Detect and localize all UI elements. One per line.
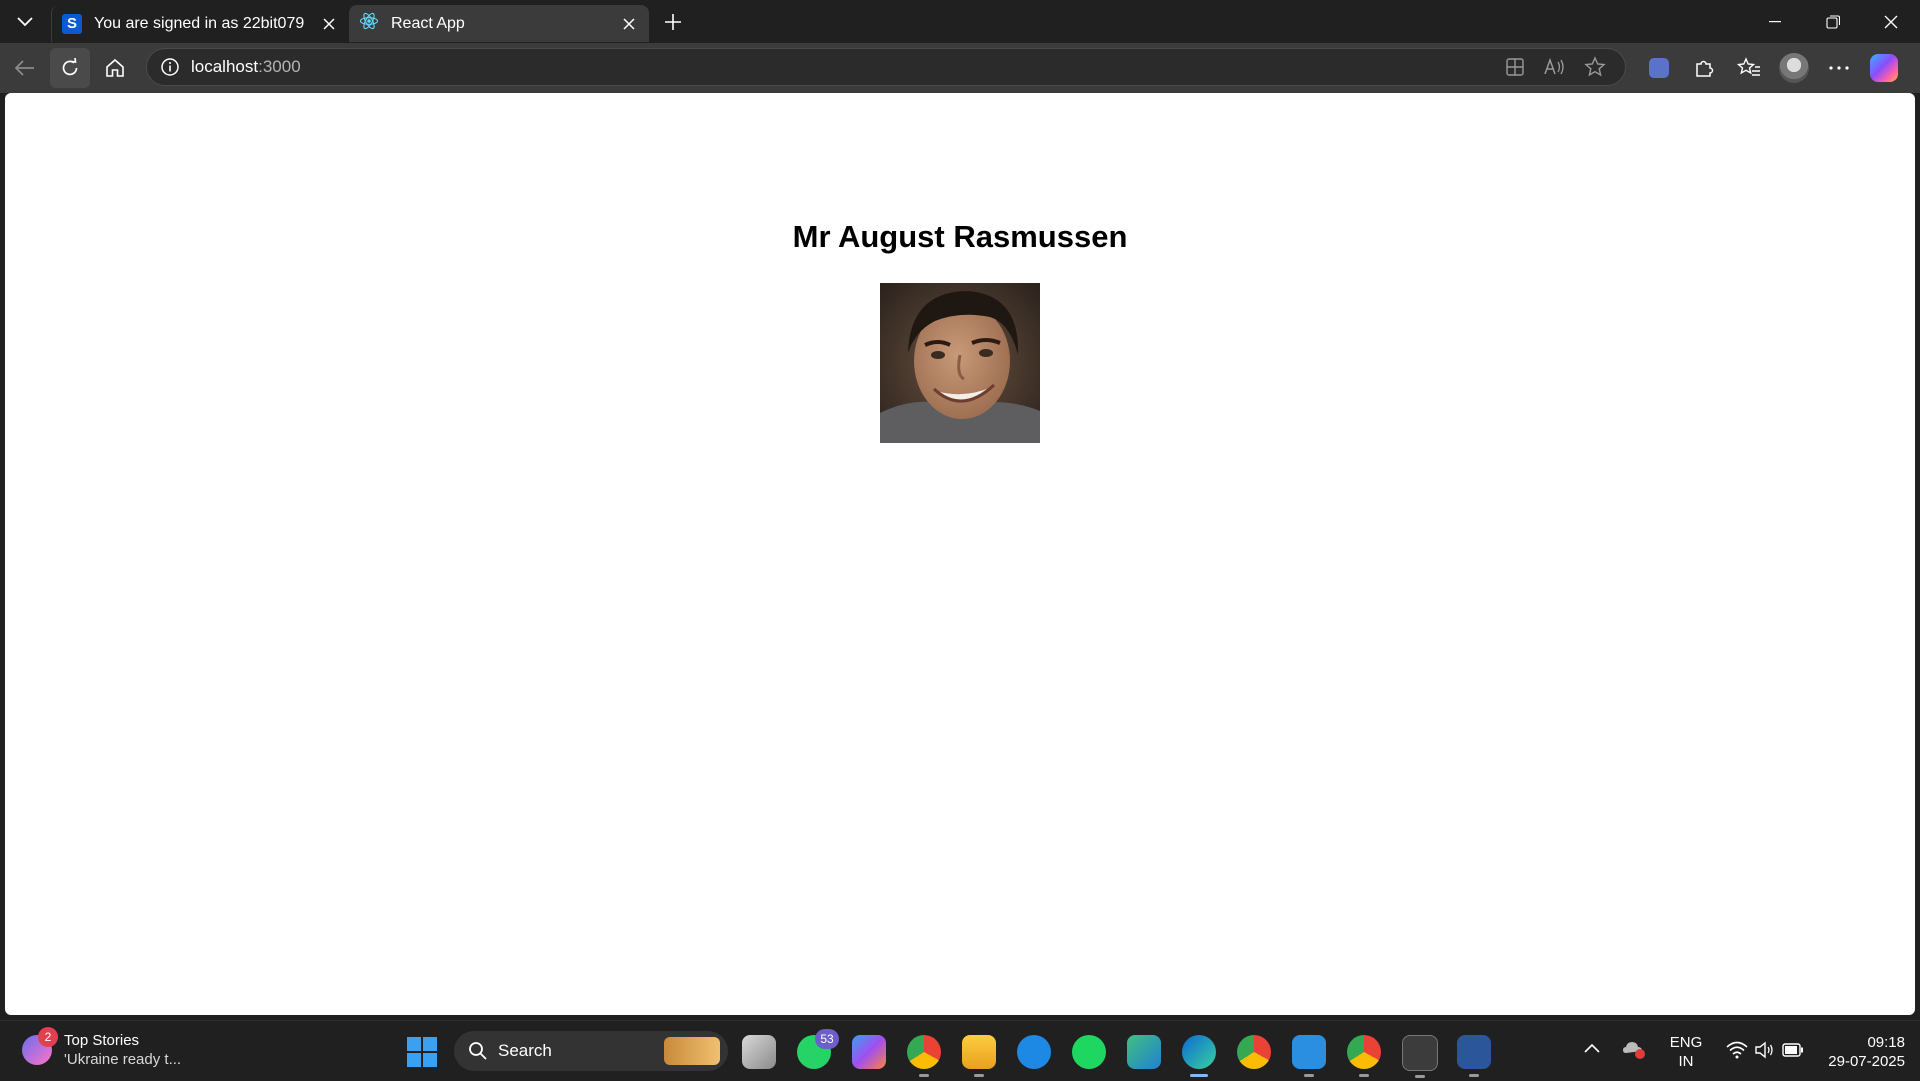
file-explorer-icon[interactable]	[962, 1035, 996, 1077]
chrome-profile-1-icon[interactable]	[907, 1035, 941, 1077]
extension-badge-icon[interactable]	[1636, 48, 1681, 88]
help-icon[interactable]	[1017, 1035, 1051, 1069]
region-code: IN	[1678, 1053, 1694, 1070]
news-badge: 2	[38, 1027, 58, 1047]
app-grid-icon[interactable]	[1127, 1035, 1161, 1069]
language-indicator[interactable]: ENG IN	[1666, 1033, 1706, 1071]
vscode-icon[interactable]	[1292, 1035, 1326, 1077]
tab-signed-in[interactable]: S You are signed in as 22bit079	[51, 5, 349, 42]
copilot-icon[interactable]	[1861, 48, 1906, 88]
task-view-icon[interactable]	[742, 1035, 776, 1069]
spotify-icon[interactable]	[1072, 1035, 1106, 1069]
tab-title: React App	[391, 14, 465, 32]
volume-icon[interactable]	[1754, 1041, 1774, 1059]
news-widget[interactable]: 2 Top Stories 'Ukraine ready t...	[22, 1027, 182, 1069]
whatsapp-icon[interactable]: 53	[797, 1029, 839, 1069]
tab-title: You are signed in as 22bit079	[94, 14, 305, 32]
language-code: ENG	[1669, 1034, 1703, 1051]
tab-strip: S You are signed in as 22bit079 React Ap…	[0, 0, 1920, 43]
wifi-icon[interactable]	[1726, 1041, 1748, 1059]
show-hidden-icons-icon[interactable]	[1584, 1043, 1600, 1053]
search-label: Search	[498, 1041, 552, 1060]
page-title: Mr August Rasmussen	[792, 219, 1128, 254]
chrome-profile-3-icon[interactable]	[1347, 1035, 1381, 1077]
portrait-image	[880, 283, 1040, 443]
address-bar[interactable]: localhost:3000	[146, 48, 1626, 86]
copilot-app-icon[interactable]	[852, 1035, 886, 1069]
tab-actions-menu-icon[interactable]	[5, 2, 45, 42]
profile-avatar-icon[interactable]	[1771, 48, 1816, 88]
page-viewport: Mr August Rasmussen	[5, 93, 1915, 1015]
window-controls	[1746, 0, 1920, 43]
app-available-icon[interactable]	[1495, 49, 1535, 85]
edge-icon[interactable]	[1182, 1035, 1216, 1077]
extensions-puzzle-icon[interactable]	[1681, 48, 1726, 88]
url-text: localhost:3000	[191, 57, 301, 76]
clock-date: 29-07-2025	[1828, 1053, 1905, 1070]
minimize-icon[interactable]	[1746, 0, 1804, 43]
s-favicon-icon: S	[62, 13, 82, 34]
home-icon[interactable]	[95, 48, 135, 88]
read-aloud-icon[interactable]	[1535, 49, 1575, 85]
search-icon	[469, 1042, 487, 1060]
terminal-icon[interactable]	[1402, 1035, 1438, 1078]
clock-time: 09:18	[1867, 1034, 1905, 1051]
back-arrow-icon[interactable]	[5, 48, 45, 88]
favorites-icon[interactable]	[1726, 48, 1771, 88]
clock[interactable]: 09:18 29-07-2025	[1810, 1033, 1905, 1071]
news-title: Top Stories	[64, 1032, 140, 1049]
profile-photo	[880, 283, 1040, 443]
more-options-icon[interactable]	[1816, 48, 1861, 88]
tab-react-app[interactable]: React App	[349, 5, 649, 42]
battery-icon[interactable]	[1782, 1043, 1804, 1057]
search-highlight-image	[664, 1037, 720, 1065]
close-window-icon[interactable]	[1862, 0, 1920, 43]
close-tab-icon[interactable]	[319, 14, 339, 34]
onedrive-error-icon[interactable]	[1622, 1039, 1646, 1059]
restore-icon[interactable]	[1804, 0, 1862, 43]
widgets-icon: 2	[22, 1027, 58, 1065]
news-subtitle: 'Ukraine ready t...	[64, 1051, 182, 1068]
word-icon[interactable]	[1457, 1035, 1491, 1077]
whatsapp-badge: 53	[815, 1029, 839, 1049]
site-info-icon[interactable]	[157, 54, 183, 80]
navigation-bar: localhost:3000	[0, 43, 1920, 93]
taskbar: 2 Top Stories 'Ukraine ready t... Search…	[0, 1020, 1920, 1081]
windows-start-icon[interactable]	[407, 1037, 437, 1067]
new-tab-icon[interactable]	[655, 4, 691, 40]
taskbar-search[interactable]: Search	[454, 1031, 728, 1071]
close-tab-icon[interactable]	[619, 14, 639, 34]
chrome-profile-2-icon[interactable]	[1237, 1035, 1271, 1069]
react-icon	[359, 11, 379, 36]
favorite-star-icon[interactable]	[1575, 49, 1615, 85]
refresh-icon[interactable]	[50, 48, 90, 88]
